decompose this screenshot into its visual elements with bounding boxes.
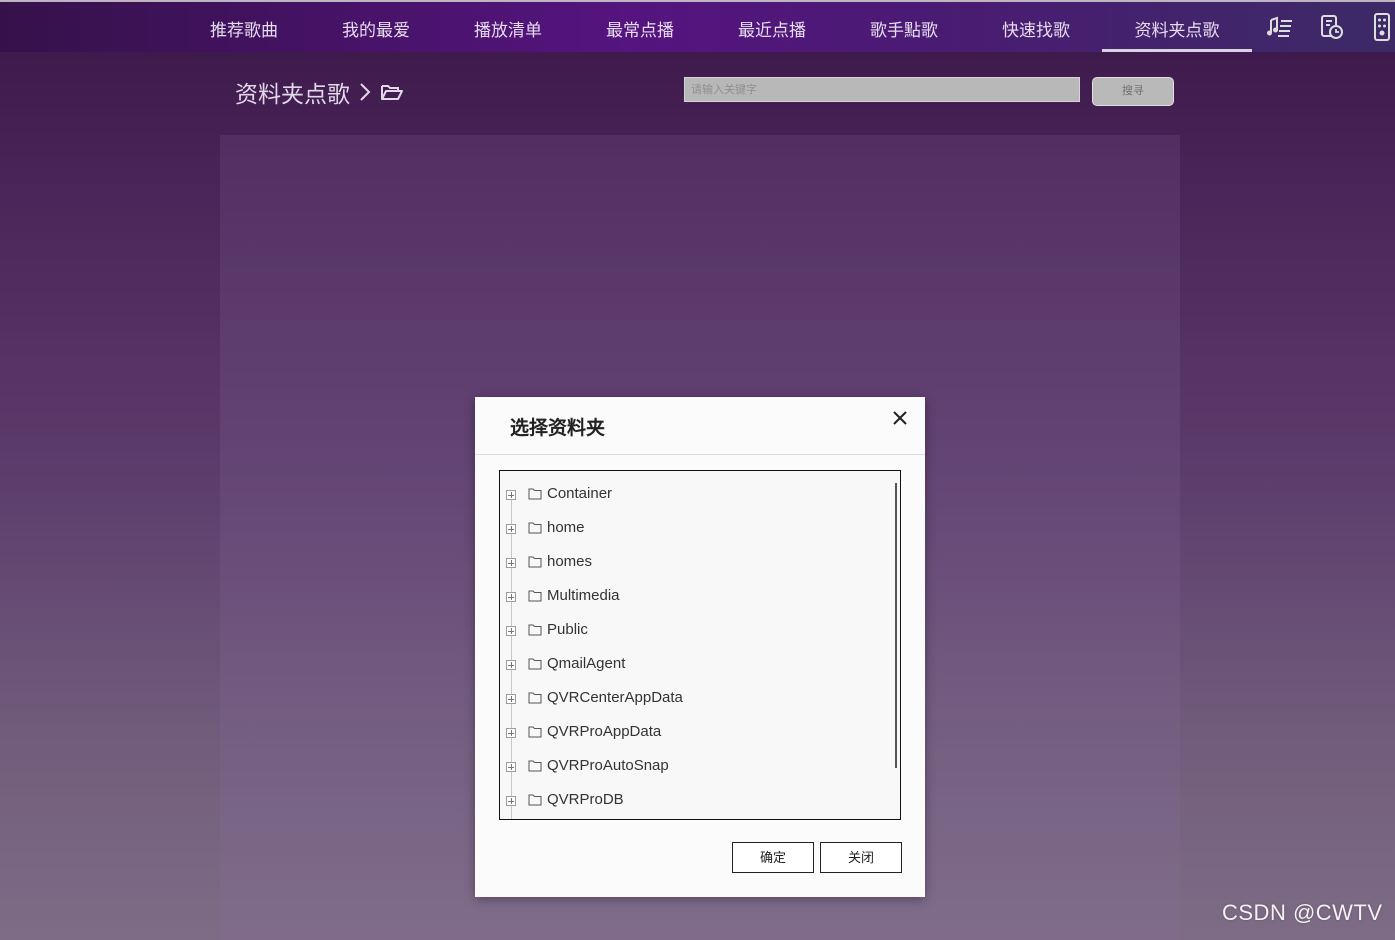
music-history-icon[interactable]	[1317, 12, 1347, 42]
search-button[interactable]: 搜寻	[1092, 77, 1174, 106]
playlist-icon[interactable]	[1266, 12, 1296, 42]
tree-item[interactable]: homes	[500, 539, 890, 573]
expand-icon[interactable]	[506, 592, 516, 602]
nav-item-recent[interactable]: 最近点播	[706, 2, 838, 52]
expand-icon[interactable]	[506, 626, 516, 636]
folder-icon	[528, 726, 542, 738]
tree-item-label[interactable]: Public	[547, 621, 588, 638]
close-button[interactable]: 关闭	[820, 842, 902, 873]
tree-item-label[interactable]: Multimedia	[547, 587, 620, 604]
watermark: CSDN @CWTV	[1222, 900, 1383, 925]
tree-item-label[interactable]: QVRProDB	[547, 791, 624, 808]
close-icon[interactable]	[889, 407, 911, 429]
nav-item-singer[interactable]: 歌手點歌	[838, 2, 970, 52]
tree-item[interactable]: Public	[500, 607, 890, 641]
tree-scrollbar[interactable]	[895, 483, 897, 768]
expand-icon[interactable]	[506, 796, 516, 806]
expand-icon[interactable]	[506, 728, 516, 738]
expand-icon[interactable]	[506, 694, 516, 704]
page-title: 资料夹点歌	[235, 82, 350, 108]
nav-item-favorites[interactable]: 我的最爱	[310, 2, 442, 52]
tree-item-label[interactable]: QVRCenterAppData	[547, 689, 683, 706]
top-navigation: 推荐歌曲 我的最爱 播放清单 最常点播 最近点播 歌手點歌 快速找歌 资料夹点歌	[0, 2, 1395, 52]
tree-item[interactable]: QmailAgent	[500, 641, 890, 675]
tree-item[interactable]: QVRProDB	[500, 777, 890, 811]
tree-item-label[interactable]: QVRProAppData	[547, 723, 661, 740]
tree-item[interactable]: QVRCenterAppData	[500, 675, 890, 709]
tree-item-label[interactable]: homes	[547, 553, 592, 570]
tree-item[interactable]: Container	[500, 471, 890, 505]
tree-item[interactable]: home	[500, 505, 890, 539]
tree-item[interactable]: QVRProAutoSnap	[500, 743, 890, 777]
folder-icon	[528, 522, 542, 534]
chevron-right-icon	[360, 83, 371, 101]
folder-tree[interactable]: Container home homes Multimedia Public Q…	[499, 470, 901, 820]
nav-item-quick-find[interactable]: 快速找歌	[970, 2, 1102, 52]
nav-item-playlist[interactable]: 播放清单	[442, 2, 574, 52]
folder-open-icon[interactable]	[380, 82, 404, 102]
remote-icon[interactable]	[1372, 12, 1392, 42]
folder-icon	[528, 760, 542, 772]
expand-icon[interactable]	[506, 524, 516, 534]
expand-icon[interactable]	[506, 762, 516, 772]
folder-icon	[528, 624, 542, 636]
folder-icon	[528, 556, 542, 568]
folder-icon	[528, 794, 542, 806]
confirm-button[interactable]: 确定	[732, 842, 814, 873]
folder-icon	[528, 488, 542, 500]
folder-icon	[528, 658, 542, 670]
tree-item-label[interactable]: QmailAgent	[547, 655, 625, 672]
breadcrumb: 资料夹点歌	[235, 74, 404, 110]
tree-item-label[interactable]: home	[547, 519, 585, 536]
dialog-divider	[475, 454, 925, 455]
folder-icon	[528, 692, 542, 704]
tree-item[interactable]: Multimedia	[500, 573, 890, 607]
expand-icon[interactable]	[506, 490, 516, 500]
expand-icon[interactable]	[506, 558, 516, 568]
nav-item-folder[interactable]: 资料夹点歌	[1102, 2, 1252, 52]
select-folder-dialog: 选择资料夹 Container home homes Multimedia Pu…	[475, 397, 925, 897]
dialog-title: 选择资料夹	[510, 417, 606, 439]
tree-item-label[interactable]: Container	[547, 485, 612, 502]
expand-icon[interactable]	[506, 660, 516, 670]
nav-item-recommended[interactable]: 推荐歌曲	[178, 2, 310, 52]
folder-icon	[528, 590, 542, 602]
nav-item-most-played[interactable]: 最常点播	[574, 2, 706, 52]
tree-item-label[interactable]: QVRProAutoSnap	[547, 757, 669, 774]
search-input[interactable]	[684, 77, 1080, 102]
tree-item[interactable]: QVRProAppData	[500, 709, 890, 743]
